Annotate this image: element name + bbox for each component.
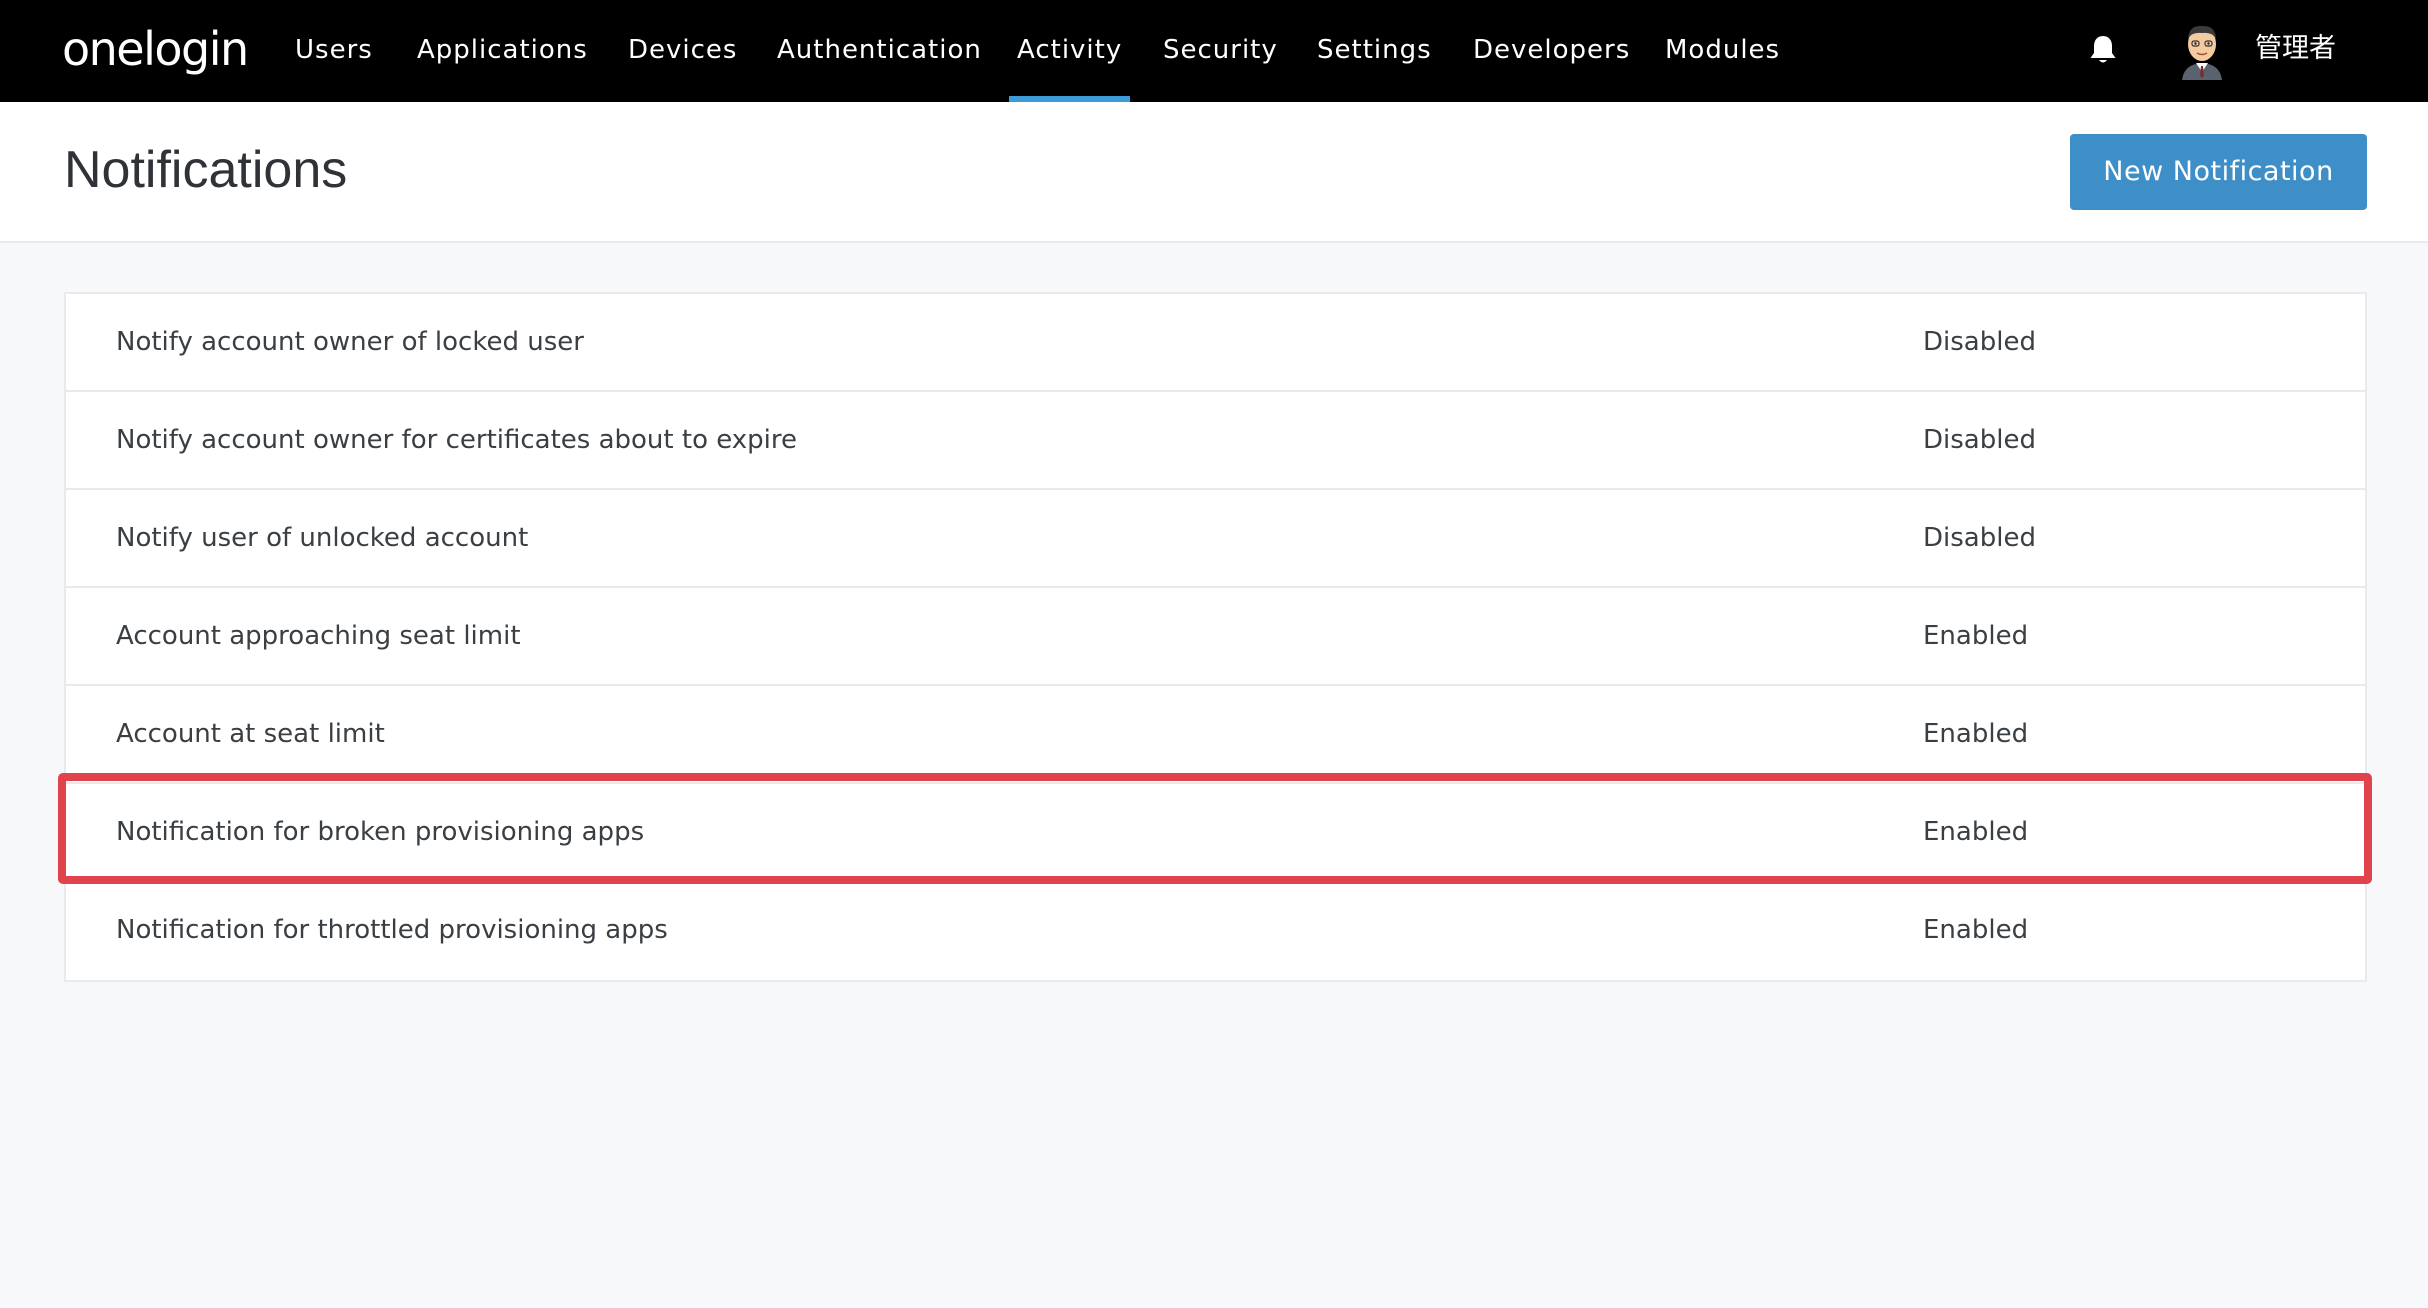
notification-status: Disabled [1923, 523, 2036, 553]
new-notification-button[interactable]: New Notification [2070, 134, 2367, 210]
notification-name: Notify user of unlocked account [116, 523, 529, 553]
bell-icon[interactable] [2088, 34, 2118, 66]
nav-item-modules[interactable]: Modules [1665, 0, 1780, 102]
notification-status: Enabled [1923, 621, 2029, 651]
list-item[interactable]: Notify user of unlocked account Disabled [66, 490, 2365, 588]
notification-status: Enabled [1923, 915, 2029, 945]
avatar-icon[interactable] [2174, 20, 2230, 80]
notification-status: Disabled [1923, 425, 2036, 455]
list-item[interactable]: Notification for broken provisioning app… [66, 784, 2365, 882]
top-navigation-bar: onelogin Users Applications Devices Auth… [0, 0, 2428, 102]
nav-item-activity[interactable]: Activity [1008, 0, 1131, 102]
nav-item-devices[interactable]: Devices [628, 0, 737, 102]
nav-item-users[interactable]: Users [295, 0, 373, 102]
notifications-list: Notify account owner of locked user Disa… [64, 292, 2367, 982]
nav-item-security[interactable]: Security [1163, 0, 1278, 102]
notification-status: Disabled [1923, 327, 2036, 357]
main-nav: Users Applications Devices Authenticatio… [0, 0, 2428, 102]
page-header: Notifications New Notification [0, 102, 2428, 243]
nav-item-applications[interactable]: Applications [417, 0, 588, 102]
list-item[interactable]: Account at seat limit Enabled [66, 686, 2365, 784]
nav-item-settings[interactable]: Settings [1317, 0, 1432, 102]
list-item[interactable]: Notify account owner of locked user Disa… [66, 294, 2365, 392]
notification-name: Notify account owner of locked user [116, 327, 584, 357]
list-item[interactable]: Notification for throttled provisioning … [66, 882, 2365, 980]
page-title: Notifications [64, 141, 348, 199]
notification-name: Notification for broken provisioning app… [116, 817, 645, 847]
notification-status: Enabled [1923, 817, 2029, 847]
notification-name: Account at seat limit [116, 719, 385, 749]
user-name[interactable]: 管理者 [2255, 0, 2336, 102]
list-item[interactable]: Account approaching seat limit Enabled [66, 588, 2365, 686]
nav-item-developers[interactable]: Developers [1473, 0, 1630, 102]
notification-name: Notification for throttled provisioning … [116, 915, 668, 945]
list-item[interactable]: Notify account owner for certificates ab… [66, 392, 2365, 490]
nav-item-authentication[interactable]: Authentication [777, 0, 982, 102]
notification-name: Account approaching seat limit [116, 621, 521, 651]
notification-status: Enabled [1923, 719, 2029, 749]
notification-name: Notify account owner for certificates ab… [116, 425, 798, 455]
